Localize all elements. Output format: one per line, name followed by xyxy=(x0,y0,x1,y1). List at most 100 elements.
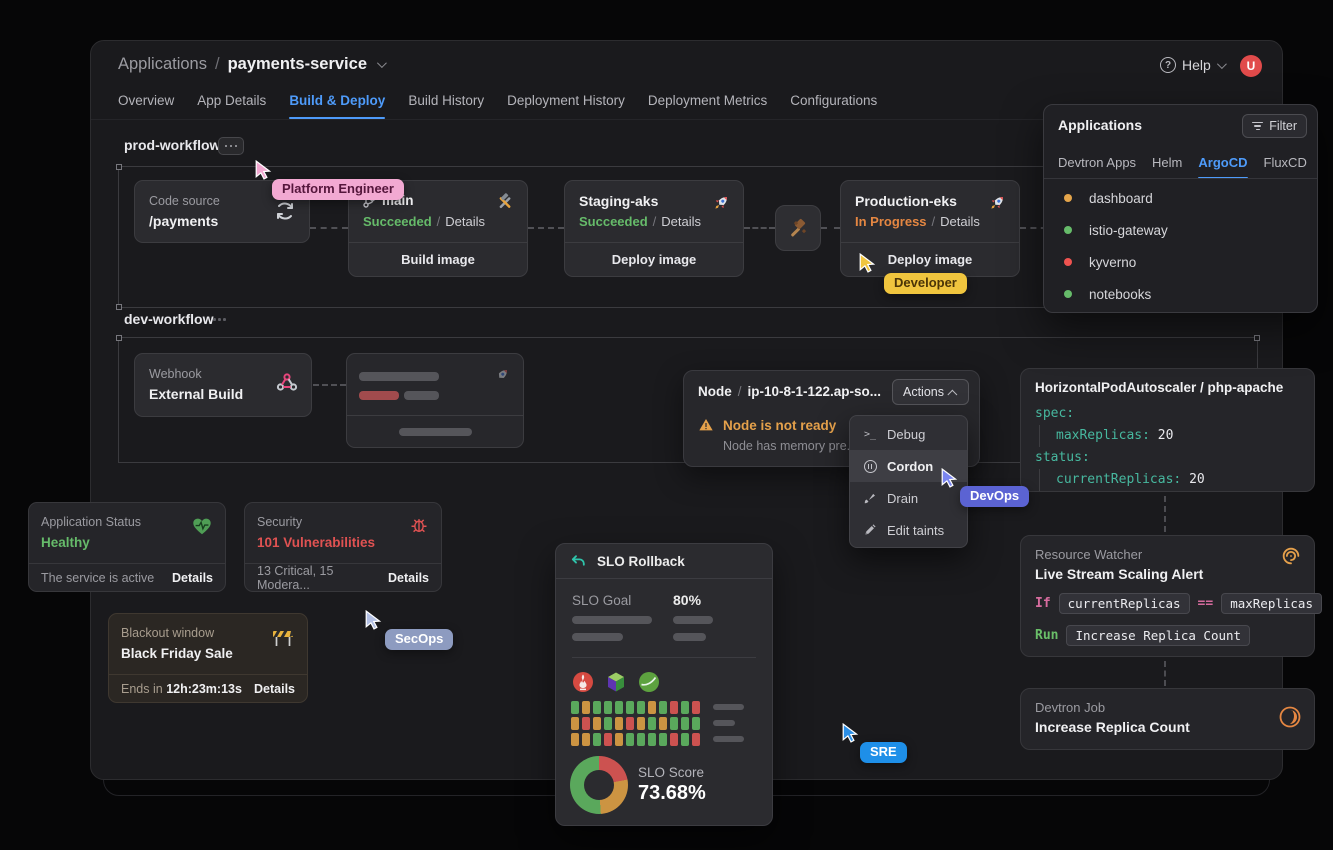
staging-details-link[interactable]: Details xyxy=(661,214,701,229)
heat-cell xyxy=(681,717,689,730)
heat-cell xyxy=(604,717,612,730)
platform-engineer-badge: Platform Engineer xyxy=(272,179,404,200)
code-source-value: /payments xyxy=(149,213,218,229)
platform-engineer-cursor xyxy=(254,160,274,185)
blackout-countdown: 12h:23m:13s xyxy=(166,682,242,696)
prometheus-icon xyxy=(571,670,595,694)
selection-handle[interactable] xyxy=(116,335,122,341)
condition-right-chip[interactable]: maxReplicas xyxy=(1221,593,1322,614)
heat-cell xyxy=(670,701,678,714)
developer-cursor xyxy=(858,253,878,278)
blackout-details-link[interactable]: Details xyxy=(254,682,295,696)
tab-configurations[interactable]: Configurations xyxy=(790,93,877,119)
slo-title: SLO Rollback xyxy=(597,554,685,569)
heart-pulse-icon xyxy=(191,515,213,537)
dev-workflow-menu-button[interactable] xyxy=(213,318,226,321)
selection-handle[interactable] xyxy=(116,304,122,310)
condition-left-chip[interactable]: currentReplicas xyxy=(1059,593,1190,614)
app-item-name: dashboard xyxy=(1089,191,1153,206)
tab-devtron-apps[interactable]: Devtron Apps xyxy=(1058,155,1136,179)
application-status-card: Application Status Healthy The service i… xyxy=(28,502,226,592)
divider xyxy=(1044,178,1317,179)
node-actions-button[interactable]: Actions xyxy=(892,379,969,405)
webhook-card[interactable]: Webhook External Build xyxy=(134,353,312,417)
tab-deployment-metrics[interactable]: Deployment Metrics xyxy=(648,93,767,119)
tab-helm[interactable]: Helm xyxy=(1152,155,1182,179)
tab-build-and-deploy[interactable]: Build & Deploy xyxy=(289,93,385,119)
dev-workflow-title: dev-workflow xyxy=(124,311,213,327)
breadcrumb-root[interactable]: Applications xyxy=(118,55,207,74)
prod-workflow-menu-button[interactable] xyxy=(218,137,244,155)
tab-app-details[interactable]: App Details xyxy=(197,93,266,119)
heat-cell xyxy=(648,701,656,714)
app-name[interactable]: payments-service xyxy=(228,55,367,74)
tab-argocd[interactable]: ArgoCD xyxy=(1198,155,1247,179)
production-env-name[interactable]: Production-eks xyxy=(855,193,957,209)
gavel-icon xyxy=(786,216,810,240)
help-menu[interactable]: ? Help xyxy=(1160,57,1224,73)
dots-icon xyxy=(213,318,216,321)
heat-cell xyxy=(681,733,689,746)
heat-cell xyxy=(659,717,667,730)
yaml-key: currentReplicas: xyxy=(1056,472,1181,487)
build-image-button[interactable]: Build image xyxy=(349,242,527,276)
tab-fluxcd[interactable]: FluxCD xyxy=(1264,155,1307,179)
code-source-label: Code source xyxy=(149,194,220,208)
skeleton-bar xyxy=(404,391,439,400)
selection-handle[interactable] xyxy=(116,164,122,170)
flow-connector xyxy=(1164,496,1166,532)
heat-cell xyxy=(670,733,678,746)
tab-overview[interactable]: Overview xyxy=(118,93,174,119)
tab-deployment-history[interactable]: Deployment History xyxy=(507,93,625,119)
app-list-item[interactable]: istio-gateway xyxy=(1044,214,1317,246)
heat-cell xyxy=(615,701,623,714)
skeleton-footer xyxy=(347,415,523,447)
yaml-value: 20 xyxy=(1158,428,1174,443)
skeleton-bar xyxy=(713,704,744,710)
rocket-icon xyxy=(491,366,511,386)
run-action-chip[interactable]: Increase Replica Count xyxy=(1066,625,1250,646)
app-list-item[interactable]: kyverno xyxy=(1044,246,1317,278)
heat-cell xyxy=(637,717,645,730)
job-progress-icon xyxy=(1278,705,1302,729)
flow-connector xyxy=(1164,661,1166,686)
staging-status: Succeeded xyxy=(579,214,648,229)
slo-heat-grid xyxy=(571,701,700,746)
blackout-window-card: Blackout window Black Friday Sale Ends i… xyxy=(108,613,308,703)
tab-build-history[interactable]: Build History xyxy=(408,93,484,119)
security-details-link[interactable]: Details xyxy=(388,571,429,585)
heat-cell xyxy=(670,717,678,730)
heat-cell xyxy=(626,717,634,730)
app-status-label: Application Status xyxy=(41,515,141,529)
breadcrumb: Applications / payments-service xyxy=(118,55,384,74)
undo-icon xyxy=(570,553,587,570)
heat-cell xyxy=(582,717,590,730)
run-keyword: Run xyxy=(1035,628,1058,643)
staging-deploy-image-button[interactable]: Deploy image xyxy=(565,242,743,276)
filter-button[interactable]: Filter xyxy=(1242,114,1307,138)
hpa-title: HorizontalPodAutoscaler / php-apache xyxy=(1035,380,1283,395)
app-status-details-link[interactable]: Details xyxy=(172,571,213,585)
approval-gate-node[interactable] xyxy=(775,205,821,251)
production-details-link[interactable]: Details xyxy=(940,214,980,229)
warning-triangle-icon xyxy=(698,417,714,433)
prod-workflow-title: prod-workflow xyxy=(124,137,220,153)
webhook-label: Webhook xyxy=(149,367,202,381)
applications-title: Applications xyxy=(1058,117,1142,133)
menu-item-debug[interactable]: >_ Debug xyxy=(850,418,967,450)
yaml-key: status: xyxy=(1035,450,1090,465)
heat-cell xyxy=(626,701,634,714)
skeleton-bar xyxy=(713,736,744,742)
staging-env-name[interactable]: Staging-aks xyxy=(579,193,658,209)
app-list-item[interactable]: dashboard xyxy=(1044,182,1317,214)
avatar[interactable]: U xyxy=(1240,55,1262,77)
build-details-link[interactable]: Details xyxy=(445,214,485,229)
slo-goal-value: 80% xyxy=(673,592,701,608)
resource-watcher-value: Live Stream Scaling Alert xyxy=(1035,566,1203,582)
app-list-item[interactable]: notebooks xyxy=(1044,278,1317,310)
selection-handle[interactable] xyxy=(1254,335,1260,341)
menu-item-edit-taints[interactable]: Edit taints xyxy=(850,514,967,546)
dots-icon xyxy=(225,145,228,148)
heat-cell xyxy=(659,701,667,714)
staging-deploy-card: Staging-aks Succeeded / Details Deploy i… xyxy=(564,180,744,277)
